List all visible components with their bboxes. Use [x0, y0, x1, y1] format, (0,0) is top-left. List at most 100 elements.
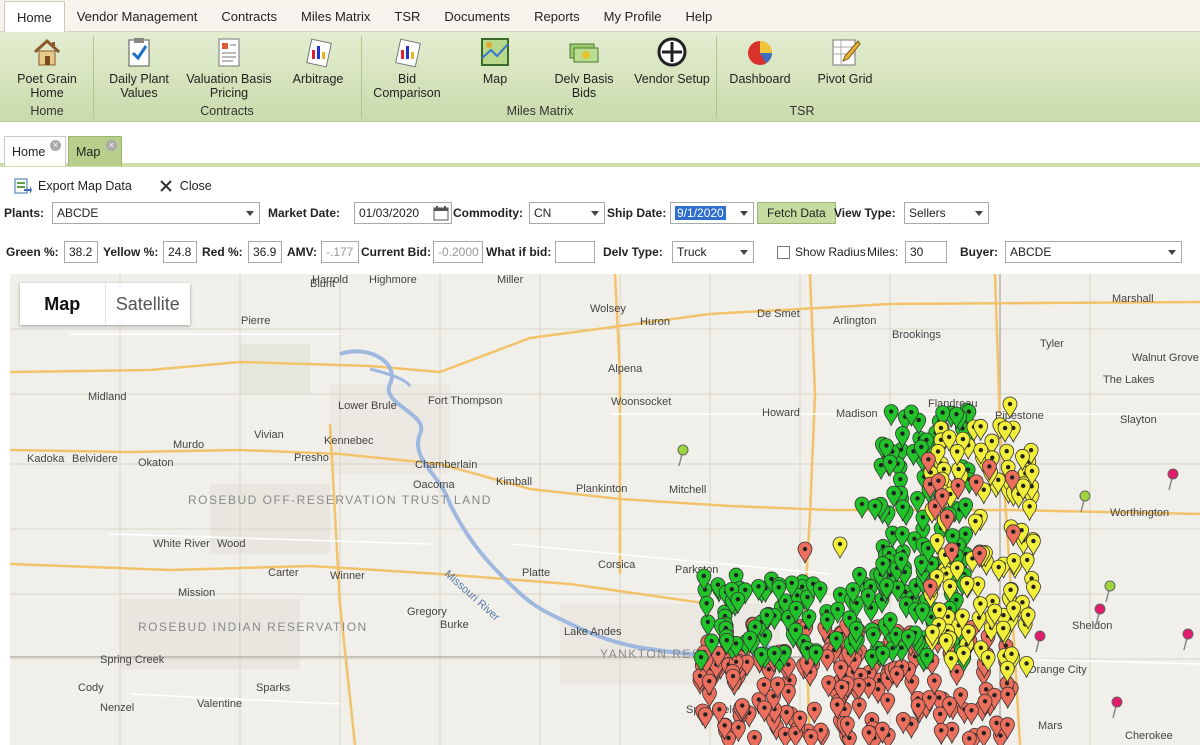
vendor-marker[interactable] [1022, 498, 1037, 522]
toolbar: Export Map Data Close [0, 172, 1200, 199]
vendor-marker[interactable] [854, 496, 870, 520]
what-if-bid-input[interactable] [555, 241, 595, 263]
vendor-marker[interactable] [1079, 490, 1091, 513]
ship-date-select[interactable]: 9/1/2020 [670, 202, 754, 224]
map-canvas[interactable]: Harrold Highmore Miller Blunt Wolsey Hur… [10, 274, 1200, 745]
green-pct-input[interactable]: 38.2 [64, 241, 98, 263]
vendor-marker[interactable] [1167, 468, 1179, 491]
market-date-label: Market Date: [268, 206, 341, 220]
map-button[interactable]: Map [470, 36, 520, 86]
vendor-marker[interactable] [747, 729, 762, 745]
show-radius-checkbox[interactable] [777, 246, 790, 259]
tab-home[interactable]: Home × [4, 136, 66, 166]
vendor-marker[interactable] [697, 707, 713, 730]
vendor-marker[interactable] [1111, 696, 1123, 719]
vendor-marker[interactable] [1026, 579, 1041, 602]
menu-vendor-management[interactable]: Vendor Management [65, 1, 210, 31]
group-label-miles-matrix: Miles Matrix [506, 104, 574, 118]
chart-doc-icon [306, 38, 332, 68]
vendor-marker[interactable] [894, 526, 910, 549]
red-pct-input[interactable]: 36.9 [248, 241, 282, 263]
current-bid-input: -0.2000 [433, 241, 483, 263]
calendar-icon[interactable] [433, 205, 449, 221]
green-pct-label: Green %: [6, 245, 59, 259]
export-map-data-button[interactable]: Export Map Data [14, 177, 132, 195]
vendor-markers[interactable] [10, 274, 1200, 745]
vendor-marker[interactable] [1019, 552, 1035, 575]
yellow-pct-input[interactable]: 24.8 [163, 241, 197, 263]
vendor-marker[interactable] [1002, 396, 1018, 420]
map-view-button[interactable]: Map [20, 283, 105, 325]
close-icon[interactable]: × [50, 140, 61, 151]
filter-row-2: Green %: 38.2 Yellow %: 24.8 Red %: 36.9… [0, 241, 1200, 267]
vendor-marker[interactable] [677, 444, 689, 467]
vendor-marker[interactable] [1034, 630, 1046, 653]
ribbon: Poet Grain Home Daily Plant Values Valuati… [0, 32, 1200, 122]
show-radius-label: Show Radius [795, 245, 866, 259]
vendor-marker[interactable] [699, 595, 715, 619]
bid-comparison-button[interactable]: Bid Comparison [368, 36, 446, 100]
buyer-label: Buyer: [960, 245, 999, 259]
menu-help[interactable]: Help [673, 1, 724, 31]
vendor-marker[interactable] [1026, 533, 1041, 557]
menu-home[interactable]: Home [4, 1, 65, 32]
plants-select[interactable]: ABCDE [52, 202, 260, 224]
fetch-data-button[interactable]: Fetch Data [757, 202, 836, 224]
vendor-marker[interactable] [1094, 603, 1106, 626]
vendor-marker[interactable] [1104, 580, 1116, 603]
vendor-marker[interactable] [933, 722, 949, 745]
menu-reports[interactable]: Reports [522, 1, 592, 31]
arbitrage-button[interactable]: Arbitrage [284, 36, 352, 86]
vendor-marker[interactable] [961, 731, 977, 745]
menu-documents[interactable]: Documents [432, 1, 522, 31]
vendor-marker[interactable] [1182, 628, 1194, 651]
vendor-marker[interactable] [851, 697, 867, 720]
menu-my-profile[interactable]: My Profile [592, 1, 674, 31]
dashboard-button[interactable]: Dashboard [724, 36, 796, 86]
vendor-marker[interactable] [880, 692, 896, 716]
group-label-contracts: Contracts [200, 104, 254, 118]
money-icon [569, 43, 599, 63]
vendor-marker[interactable] [806, 701, 822, 725]
report-icon [218, 38, 240, 67]
group-label-home: Home [30, 104, 64, 118]
export-icon [14, 178, 32, 194]
menu-contracts[interactable]: Contracts [209, 1, 289, 31]
vendor-marker[interactable] [803, 729, 819, 745]
home-icon [33, 38, 61, 66]
poet-grain-home-button[interactable]: Poet Grain Home [10, 36, 84, 100]
commodity-select[interactable]: CN [529, 202, 605, 224]
edit-grid-icon [832, 39, 861, 66]
menu-miles-matrix[interactable]: Miles Matrix [289, 1, 382, 31]
vendor-marker[interactable] [1019, 656, 1034, 679]
close-icon[interactable]: × [106, 140, 117, 151]
vendor-setup-button[interactable]: Vendor Setup [632, 36, 712, 86]
amv-input: -.177 [321, 241, 359, 263]
tab-map[interactable]: Map × [68, 136, 122, 166]
daily-plant-values-button[interactable]: Daily Plant Values [102, 36, 176, 100]
close-button[interactable]: Close [158, 178, 212, 194]
vendor-marker[interactable] [832, 536, 848, 560]
menu-tsr[interactable]: TSR [382, 1, 432, 31]
delv-type-select[interactable]: Truck [672, 241, 754, 263]
pivot-grid-button[interactable]: Pivot Grid [810, 36, 880, 86]
delv-basis-bids-button[interactable]: Delv Basis Bids [546, 36, 622, 100]
vendor-marker[interactable] [812, 581, 828, 604]
view-type-select[interactable]: Sellers [904, 202, 989, 224]
vendor-marker[interactable] [883, 404, 899, 427]
vendor-marker[interactable] [1000, 686, 1016, 710]
red-pct-label: Red %: [202, 245, 243, 259]
tab-strip: Home × Map × [0, 134, 1200, 167]
vendor-marker[interactable] [700, 614, 716, 637]
group-label-tsr: TSR [789, 104, 815, 118]
yellow-pct-label: Yellow %: [103, 245, 159, 259]
market-date-input[interactable]: 01/03/2020 [354, 202, 452, 224]
satellite-view-button[interactable]: Satellite [104, 283, 191, 325]
miles-input[interactable]: 30 [905, 241, 947, 263]
chart-doc-icon [395, 38, 421, 68]
vendor-marker[interactable] [797, 541, 813, 565]
view-type-label: View Type: [834, 206, 896, 220]
valuation-basis-pricing-button[interactable]: Valuation Basis Pricing [184, 36, 274, 100]
buyer-select[interactable]: ABCDE [1005, 241, 1182, 263]
vendor-marker[interactable] [964, 702, 979, 726]
